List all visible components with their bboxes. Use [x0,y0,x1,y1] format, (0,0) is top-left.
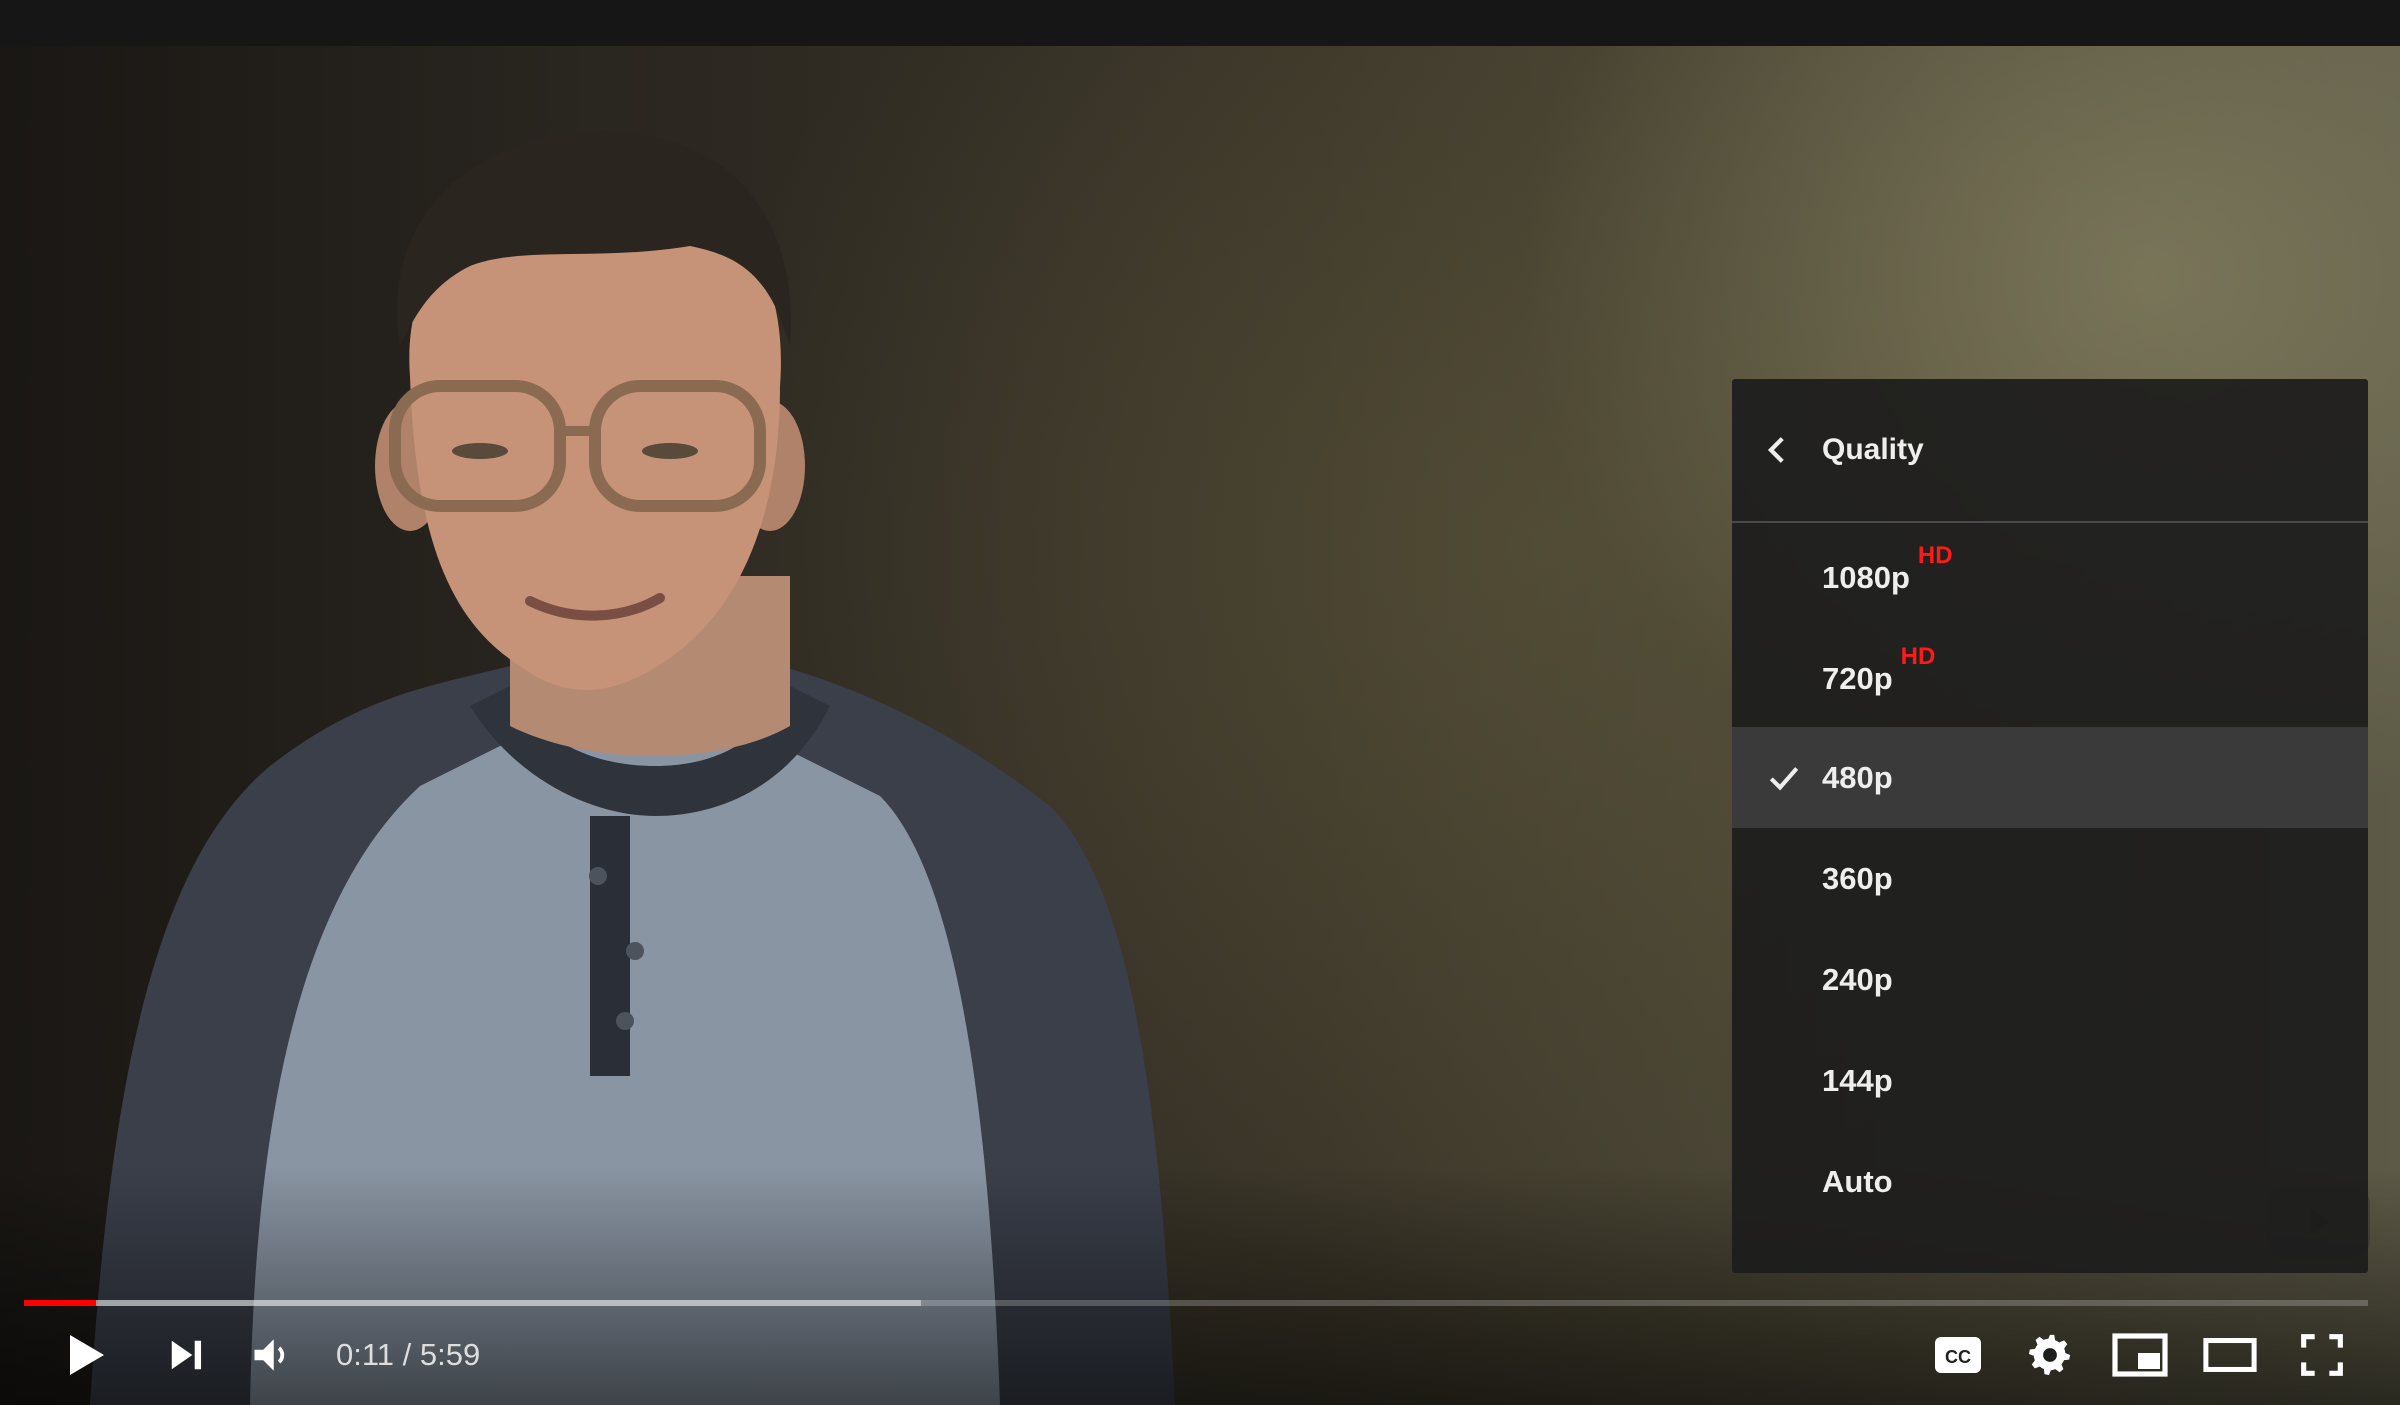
duration: 5:59 [419,1337,481,1372]
quality-option-label: 240p [1822,961,1893,997]
progress-played [24,1300,96,1306]
progress-bar[interactable] [24,1300,2368,1306]
time-separator: / [394,1337,420,1372]
hd-badge: HD [1900,642,1936,670]
quality-option-label: 144p [1822,1062,1893,1098]
quality-option-1080p[interactable]: 1080pHD [1732,525,2368,626]
play-icon[interactable] [58,1310,114,1400]
quality-menu: Quality 1080pHD 720pHD 480p 360p 240p 14… [1732,379,2368,1273]
progress-buffered [24,1300,921,1306]
quality-option-label: 360p [1822,860,1893,896]
quality-option-auto[interactable]: Auto [1732,1131,2368,1232]
quality-option-240p[interactable]: 240p [1732,929,2368,1030]
quality-option-144p[interactable]: 144p [1732,1030,2368,1131]
top-strip [0,0,2400,46]
svg-text:CC: CC [1945,1347,1971,1367]
quality-menu-title: Quality [1822,433,1924,466]
quality-option-label: Auto [1822,1163,1893,1199]
quality-menu-header[interactable]: Quality [1732,379,2368,523]
quality-option-label: 720pHD [1822,642,1936,696]
checkmark-icon [1764,758,1804,798]
theater-mode-icon[interactable] [2198,1310,2262,1400]
current-time: 0:11 [336,1337,395,1372]
time-display: 0:11 / 5:59 [336,1310,480,1400]
hd-badge: HD [1917,541,1953,569]
settings-icon[interactable] [2020,1310,2080,1400]
next-icon[interactable] [162,1310,210,1400]
player-controls: 0:11 / 5:59 CC [0,1310,2400,1400]
fullscreen-icon[interactable] [2292,1310,2352,1400]
quality-option-360p[interactable]: 360p [1732,828,2368,929]
quality-option-label: 480p [1822,759,1893,795]
quality-option-480p[interactable]: 480p [1732,727,2368,828]
chevron-left-icon[interactable] [1758,430,1798,470]
miniplayer-icon[interactable] [2108,1310,2172,1400]
quality-option-label: 1080pHD [1822,541,1953,595]
volume-icon[interactable] [246,1310,298,1400]
captions-icon[interactable]: CC [1930,1310,1986,1400]
quality-options-list: 1080pHD 720pHD 480p 360p 240p 144p Auto [1732,523,2368,1232]
quality-option-720p[interactable]: 720pHD [1732,626,2368,727]
